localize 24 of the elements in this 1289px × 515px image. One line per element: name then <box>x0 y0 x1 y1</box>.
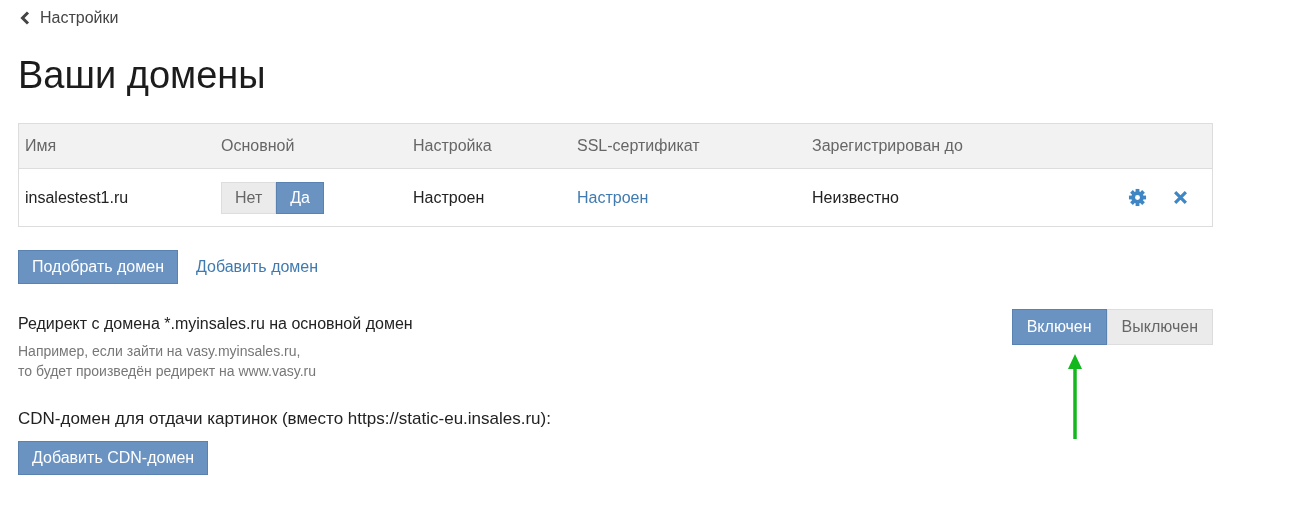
back-link[interactable]: Настройки <box>20 9 119 27</box>
toggle-option[interactable]: Да <box>276 181 324 214</box>
column-header: Зарегистрирован до <box>811 137 964 155</box>
find-domain-button[interactable]: Подобрать домен <box>18 250 178 284</box>
add-cdn-button[interactable]: Добавить CDN-домен <box>18 441 209 475</box>
redirect-title: Редирект с домена *.myinsales.ru на основной домен <box>18 315 413 333</box>
column-header: Основной <box>220 137 296 155</box>
toggle-option[interactable]: Нет <box>221 181 277 214</box>
column-header: SSL-сертификат <box>576 137 701 155</box>
table-cell-text: Неизвестно <box>811 188 900 207</box>
chevron-left-icon <box>20 11 30 25</box>
cdn-title: CDN-домен для отдачи картинок (вместо https://static-eu.insales.ru): <box>18 409 552 429</box>
toggle-option[interactable]: Выключен <box>1106 309 1213 345</box>
redirect-hint: Например, если зайти на vasy.myinsales.ru, то будет произведён редирект на www.vasy.ru <box>18 342 318 381</box>
column-header: Настройка <box>412 137 493 155</box>
page-title: Ваши домены <box>18 53 267 97</box>
ssl-link[interactable]: Настроен <box>577 188 649 206</box>
toggle-option[interactable]: Включен <box>1011 309 1107 345</box>
close-icon[interactable] <box>1173 190 1188 205</box>
add-domain-link[interactable]: Добавить домен <box>195 258 319 276</box>
table-cell-text: insalestest1.ru <box>24 188 130 207</box>
table-cell-text: Настроен <box>412 188 486 207</box>
settings-icon[interactable] <box>1128 188 1147 207</box>
column-header: Имя <box>24 137 58 155</box>
